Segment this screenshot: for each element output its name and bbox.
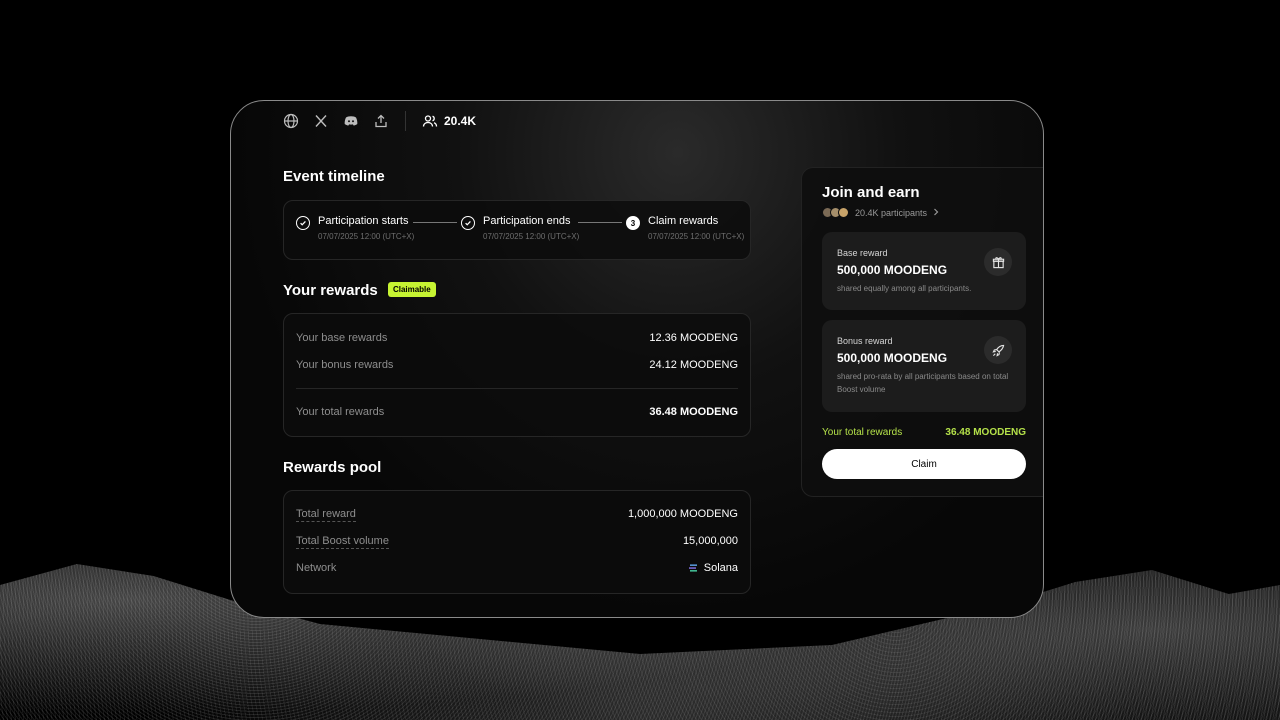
- event-window: 20.4K Event timeline Participation start…: [230, 100, 1044, 618]
- participants-label: 20.4K participants: [855, 207, 928, 218]
- total-row: Your total rewards 36.48 MOODENG: [296, 406, 738, 418]
- base-reward-card: Base reward 500,000 MOODENG shared equal…: [822, 232, 1026, 310]
- globe-icon[interactable]: [283, 113, 299, 129]
- pool-row: Total Boost volume 15,000,000: [296, 535, 738, 549]
- side-total-label: Your total rewards: [822, 427, 903, 438]
- claimable-badge: Claimable: [387, 282, 436, 297]
- participants-link[interactable]: 20.4K participants: [822, 207, 939, 218]
- rocket-icon: [984, 336, 1012, 364]
- rewards-pool-card: Total reward 1,000,000 MOODENG Total Boo…: [283, 490, 751, 594]
- timeline-connector: [413, 222, 457, 223]
- base-reward-desc: shared equally among all participants.: [837, 284, 972, 293]
- gift-icon: [984, 248, 1012, 276]
- step-label: Participation ends: [483, 215, 571, 227]
- join-earn-title: Join and earn: [822, 184, 920, 201]
- avatar-stack: [822, 207, 849, 218]
- claim-button[interactable]: Claim: [822, 449, 1026, 479]
- divider: [405, 111, 406, 131]
- row-label: Your bonus rewards: [296, 359, 394, 371]
- divider: [296, 388, 738, 389]
- row-value: 15,000,000: [682, 535, 738, 547]
- row-label: Network: [296, 562, 337, 574]
- members-count: 20.4K: [422, 113, 476, 129]
- bonus-reward-desc: shared pro-rata by all participants base…: [837, 372, 1009, 394]
- side-total-row: Your total rewards 36.48 MOODENG: [822, 427, 1026, 438]
- row-value: 24.12 MOODENG: [649, 359, 738, 371]
- bonus-reward-amount: 500,000 MOODENG: [837, 351, 948, 365]
- side-total-value: 36.48 MOODENG: [945, 427, 1026, 438]
- row-value: 12.36 MOODENG: [649, 332, 738, 344]
- users-icon: [422, 113, 438, 129]
- base-reward-amount: 500,000 MOODENG: [837, 263, 948, 277]
- your-rewards-title: Your rewards: [283, 282, 378, 299]
- timeline-step-3: 3 Claim rewards 07/07/2025 12:00 (UTC+X): [626, 215, 744, 241]
- timeline-card: Participation starts 07/07/2025 12:00 (U…: [283, 200, 751, 260]
- network-value: Solana: [688, 562, 738, 575]
- chevron-right-icon: [933, 208, 939, 218]
- row-label: Your base rewards: [296, 332, 388, 344]
- row-label[interactable]: Total Boost volume: [296, 535, 389, 549]
- timeline-connector: [578, 222, 622, 223]
- pool-row: Total reward 1,000,000 MOODENG: [296, 508, 738, 522]
- timeline-step-2: Participation ends 07/07/2025 12:00 (UTC…: [461, 215, 579, 241]
- pool-row: Network Solana: [296, 562, 738, 575]
- share-icon[interactable]: [373, 113, 389, 129]
- x-icon[interactable]: [313, 113, 329, 129]
- step-number-badge: 3: [626, 216, 640, 230]
- your-rewards-card: Your base rewards 12.36 MOODENG Your bon…: [283, 313, 751, 437]
- check-icon: [461, 216, 475, 230]
- members-count-label: 20.4K: [444, 114, 477, 128]
- solana-icon: [688, 563, 698, 575]
- timeline-title: Event timeline: [283, 168, 385, 185]
- row-value: 36.48 MOODENG: [649, 406, 738, 418]
- row-value: 1,000,000 MOODENG: [627, 508, 738, 520]
- base-reward-title: Base reward: [837, 248, 888, 258]
- join-earn-panel: Join and earn 20.4K participants Base re…: [801, 167, 1043, 497]
- step-date: 07/07/2025 12:00 (UTC+X): [648, 232, 745, 241]
- step-date: 07/07/2025 12:00 (UTC+X): [318, 232, 415, 241]
- avatar: [838, 207, 849, 218]
- row-label[interactable]: Total reward: [296, 508, 356, 522]
- row-label: Your total rewards: [296, 406, 385, 418]
- step-date: 07/07/2025 12:00 (UTC+X): [483, 232, 580, 241]
- reward-row: Your base rewards 12.36 MOODENG: [296, 332, 738, 344]
- network-label: Solana: [703, 562, 738, 574]
- bonus-reward-card: Bonus reward 500,000 MOODENG shared pro-…: [822, 320, 1026, 412]
- bonus-reward-title: Bonus reward: [837, 336, 893, 346]
- your-rewards-heading: Your rewards Claimable: [283, 282, 436, 299]
- reward-row: Your bonus rewards 24.12 MOODENG: [296, 359, 738, 371]
- step-label: Claim rewards: [648, 215, 719, 227]
- discord-icon[interactable]: [343, 113, 359, 129]
- timeline-step-1: Participation starts 07/07/2025 12:00 (U…: [296, 215, 414, 241]
- check-icon: [296, 216, 310, 230]
- step-label: Participation starts: [318, 215, 409, 227]
- rewards-pool-title: Rewards pool: [283, 459, 382, 476]
- social-bar: 20.4K: [283, 111, 476, 131]
